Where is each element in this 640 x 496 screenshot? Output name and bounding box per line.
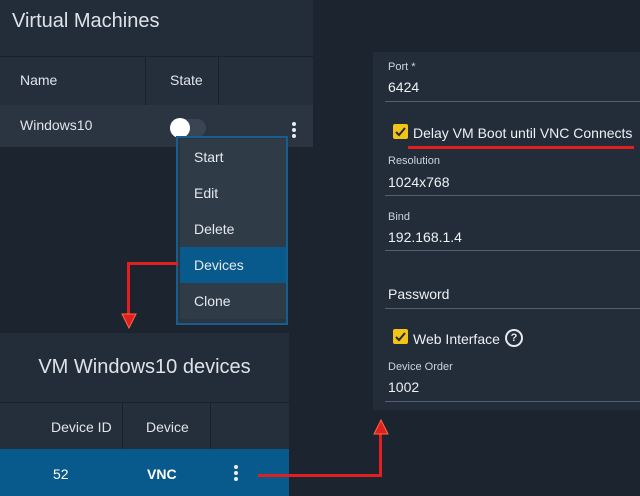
devices-table-header: Device ID Device xyxy=(0,402,289,449)
delay-boot-label: Delay VM Boot until VNC Connects xyxy=(413,125,633,141)
device-order-input[interactable]: 1002 xyxy=(388,379,419,395)
resolution-select[interactable]: 1024x768 xyxy=(388,174,450,190)
password-underline xyxy=(385,308,640,309)
device-type-cell: VNC xyxy=(147,466,177,482)
help-icon[interactable]: ? xyxy=(505,329,523,347)
device-id-cell: 52 xyxy=(53,466,69,482)
bind-label: Bind xyxy=(388,211,411,223)
annotation-arrow-line xyxy=(127,262,130,318)
menu-item-clone[interactable]: Clone xyxy=(180,283,286,319)
more-options-icon[interactable] xyxy=(292,122,296,140)
vm-name-cell: Windows10 xyxy=(20,117,93,133)
column-divider xyxy=(145,57,146,105)
menu-item-edit[interactable]: Edit xyxy=(180,175,286,211)
bind-select[interactable]: 192.168.1.4 xyxy=(388,229,462,245)
annotation-arrow-up-icon xyxy=(373,418,389,435)
annotation-arrow-line xyxy=(128,262,178,265)
resolution-label: Resolution xyxy=(388,155,440,167)
annotation-arrow-line xyxy=(258,474,382,477)
devices-title: VM Windows10 devices xyxy=(38,356,251,378)
port-underline xyxy=(385,101,640,102)
column-header-device-id[interactable]: Device ID xyxy=(51,419,112,435)
column-divider xyxy=(210,403,211,449)
column-divider xyxy=(218,57,219,105)
menu-item-start[interactable]: Start xyxy=(180,139,286,175)
resolution-underline xyxy=(385,195,640,196)
table-row[interactable] xyxy=(0,449,289,496)
bind-underline xyxy=(385,250,640,251)
delay-boot-checkbox[interactable] xyxy=(393,124,408,139)
vm-table-header: Name State xyxy=(0,56,313,106)
column-header-name[interactable]: Name xyxy=(20,72,57,88)
annotation-arrow-line xyxy=(379,430,382,477)
annotation-underline xyxy=(408,146,634,149)
device-order-label: Device Order xyxy=(388,361,453,373)
password-input[interactable]: Password xyxy=(388,286,449,302)
annotation-arrow-down-icon xyxy=(121,313,137,330)
column-divider xyxy=(122,403,123,449)
column-header-device[interactable]: Device xyxy=(146,419,189,435)
toggle-knob xyxy=(170,118,190,138)
column-header-state[interactable]: State xyxy=(170,72,203,88)
port-input[interactable]: 6424 xyxy=(388,79,419,95)
menu-item-devices[interactable]: Devices xyxy=(180,247,286,283)
device-more-options-icon[interactable] xyxy=(234,465,238,483)
port-label: Port * xyxy=(388,61,416,73)
vm-context-menu: Start Edit Delete Devices Clone xyxy=(176,136,288,325)
vm-list-title: Virtual Machines xyxy=(12,10,160,32)
menu-item-delete[interactable]: Delete xyxy=(180,211,286,247)
device-order-underline xyxy=(385,401,640,402)
web-interface-label: Web Interface xyxy=(413,331,500,347)
web-interface-checkbox[interactable] xyxy=(393,329,408,344)
